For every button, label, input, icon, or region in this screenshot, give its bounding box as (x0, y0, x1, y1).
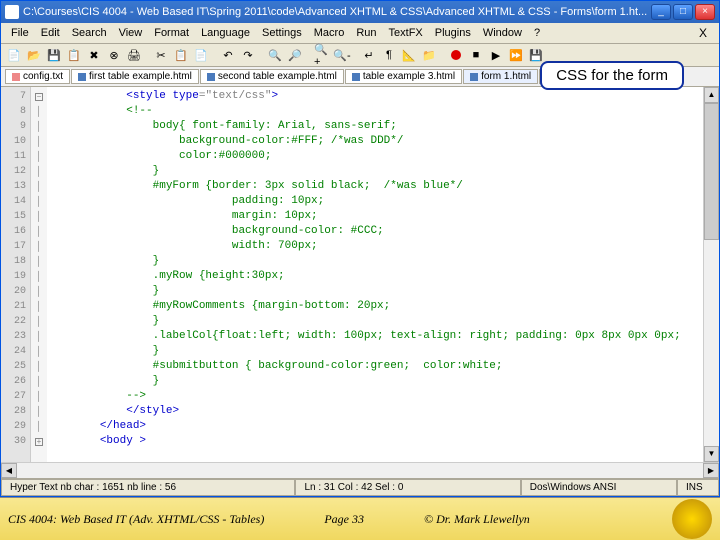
code-editor[interactable]: <style type="text/css"> <!-- body{ font-… (47, 87, 703, 462)
play-macro-icon[interactable]: ▶ (487, 46, 505, 64)
menu-plugins[interactable]: Plugins (429, 25, 477, 41)
vertical-scrollbar[interactable]: ▲ ▼ (703, 87, 719, 462)
menu-bar: File Edit Search View Format Language Se… (1, 23, 719, 44)
file-tab[interactable]: first table example.html (71, 69, 199, 84)
window-title: C:\Courses\CIS 4004 - Web Based IT\Sprin… (23, 6, 651, 18)
menu-help[interactable]: ? (528, 25, 546, 41)
tab-label: form 1.html (481, 71, 531, 82)
record-macro-icon[interactable] (447, 46, 465, 64)
maximize-button[interactable]: □ (673, 4, 693, 20)
tab-indicator-icon (78, 73, 86, 81)
close-button[interactable]: × (695, 4, 715, 20)
paste-icon[interactable]: 📄 (192, 46, 210, 64)
file-tab[interactable]: config.txt (5, 69, 70, 84)
status-insert-mode: INS (677, 479, 719, 496)
menu-window[interactable]: Window (477, 25, 528, 41)
cut-icon[interactable]: ✂ (152, 46, 170, 64)
menu-file[interactable]: File (5, 25, 35, 41)
line-number-gutter: 7891011121314151617181920212223242526272… (1, 87, 31, 462)
menu-edit[interactable]: Edit (35, 25, 66, 41)
redo-icon[interactable]: ↷ (239, 46, 257, 64)
status-encoding: Dos\Windows ANSI (521, 479, 677, 496)
zoom-in-icon[interactable]: 🔍+ (313, 46, 331, 64)
menu-search[interactable]: Search (66, 25, 113, 41)
menu-run[interactable]: Run (350, 25, 382, 41)
play-multi-icon[interactable]: ⏩ (507, 46, 525, 64)
menu-view[interactable]: View (113, 25, 149, 41)
save-icon[interactable]: 💾 (45, 46, 63, 64)
tab-label: first table example.html (89, 71, 192, 82)
tab-label: second table example.html (218, 71, 337, 82)
status-bar: Hyper Text nb char : 1651 nb line : 56 L… (1, 478, 719, 496)
fold-column[interactable]: −││││││││││││││││││││││+ (31, 87, 47, 462)
tab-indicator-icon (470, 73, 478, 81)
show-chars-icon[interactable]: ¶ (380, 46, 398, 64)
scroll-thumb[interactable] (704, 103, 719, 240)
scroll-up-arrow[interactable]: ▲ (704, 87, 719, 103)
footer-course: CIS 4004: Web Based IT (Adv. XHTML/CSS -… (8, 512, 264, 527)
indent-icon[interactable]: 📐 (400, 46, 418, 64)
zoom-out-icon[interactable]: 🔍- (333, 46, 351, 64)
stop-macro-icon[interactable]: ■ (467, 46, 485, 64)
tab-label: table example 3.html (363, 71, 455, 82)
close-all-icon[interactable]: ⊗ (105, 46, 123, 64)
file-tab[interactable]: second table example.html (200, 69, 344, 84)
file-tab[interactable]: table example 3.html (345, 69, 462, 84)
menu-textfx[interactable]: TextFX (383, 25, 429, 41)
tab-label: config.txt (23, 71, 63, 82)
scroll-down-arrow[interactable]: ▼ (704, 446, 719, 462)
app-icon (5, 5, 19, 19)
doc-close-button[interactable]: X (691, 26, 715, 40)
footer-page: Page 33 (324, 512, 364, 527)
print-icon[interactable]: 🖨 (125, 46, 143, 64)
menu-settings[interactable]: Settings (256, 25, 308, 41)
replace-icon[interactable]: 🔎 (286, 46, 304, 64)
footer-author: © Dr. Mark Llewellyn (424, 512, 530, 527)
undo-icon[interactable]: ↶ (219, 46, 237, 64)
slide-footer: CIS 4004: Web Based IT (Adv. XHTML/CSS -… (0, 497, 720, 540)
annotation-callout: CSS for the form (540, 61, 684, 90)
tab-indicator-icon (352, 73, 360, 81)
save-all-icon[interactable]: 📋 (65, 46, 83, 64)
close-file-icon[interactable]: ✖ (85, 46, 103, 64)
menu-macro[interactable]: Macro (308, 25, 351, 41)
file-tab[interactable]: form 1.html (463, 69, 538, 84)
scroll-right-arrow[interactable]: ▶ (703, 463, 719, 478)
window-titlebar: C:\Courses\CIS 4004 - Web Based IT\Sprin… (1, 1, 719, 23)
status-cursor: Ln : 31 Col : 42 Sel : 0 (295, 479, 520, 496)
minimize-button[interactable]: _ (651, 4, 671, 20)
new-file-icon[interactable]: 📄 (5, 46, 23, 64)
scroll-left-arrow[interactable]: ◀ (1, 463, 17, 478)
status-chars: Hyper Text nb char : 1651 nb line : 56 (1, 479, 295, 496)
folder-icon[interactable]: 📁 (420, 46, 438, 64)
tab-indicator-icon (12, 73, 20, 81)
menu-format[interactable]: Format (148, 25, 195, 41)
tab-indicator-icon (207, 73, 215, 81)
wrap-icon[interactable]: ↵ (360, 46, 378, 64)
open-file-icon[interactable]: 📂 (25, 46, 43, 64)
copy-icon[interactable]: 📋 (172, 46, 190, 64)
footer-logo (672, 499, 712, 539)
menu-language[interactable]: Language (195, 25, 256, 41)
find-icon[interactable]: 🔍 (266, 46, 284, 64)
horizontal-scrollbar[interactable]: ◀ ▶ (1, 462, 719, 478)
save-macro-icon[interactable]: 💾 (527, 46, 545, 64)
editor-area: 7891011121314151617181920212223242526272… (1, 87, 719, 462)
